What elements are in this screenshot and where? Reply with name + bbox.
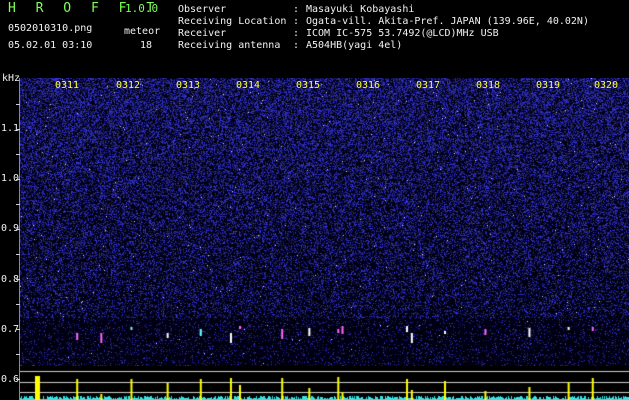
signal-level-panel <box>20 368 629 400</box>
y-tick-mark <box>16 379 20 380</box>
observer-value: Masayuki Kobayashi <box>306 4 415 15</box>
location-colon: : <box>293 16 300 27</box>
y-tick-mark <box>16 279 20 280</box>
location-label: Receiving Location <box>178 16 287 27</box>
spectrogram <box>20 78 629 366</box>
receiver-label: Receiver <box>178 28 227 39</box>
y-tick-label: 0.8 <box>1 274 20 285</box>
time-label: 0313 <box>176 80 201 91</box>
antenna-label: Receiving antenna <box>178 40 281 51</box>
time-label: 0318 <box>476 80 501 91</box>
app-version: 1.0.0 <box>125 2 159 15</box>
y-tick-mark <box>16 354 20 355</box>
antenna-value: A504HB(yagi 4el) <box>306 40 403 51</box>
y-tick-mark <box>16 104 20 105</box>
meteor-label: meteor <box>124 26 161 37</box>
time-label: 0320 <box>594 80 619 91</box>
observer-colon: : <box>293 4 300 15</box>
y-tick-mark <box>16 304 20 305</box>
y-tick-mark <box>16 204 20 205</box>
time-label: 0311 <box>55 80 80 91</box>
date-time: 05.02.01 03:10 <box>8 40 93 51</box>
meteor-count: 18 <box>140 40 153 51</box>
time-label: 0316 <box>356 80 381 91</box>
time-label: 0315 <box>296 80 321 91</box>
receiver-colon: : <box>293 28 300 39</box>
y-tick-label: 0.7 <box>1 324 20 335</box>
y-axis-line <box>19 78 20 400</box>
y-tick-mark <box>16 254 20 255</box>
time-label: 0312 <box>116 80 141 91</box>
y-axis-unit: kHz <box>2 73 21 84</box>
y-tick-label: 0.6 <box>1 374 20 385</box>
time-label: 0314 <box>236 80 261 91</box>
y-tick-mark <box>16 154 20 155</box>
y-tick-mark <box>16 229 20 230</box>
receiver-value: ICOM IC-575 53.7492(@LCD)MHz USB <box>306 28 499 39</box>
location-value: Ogata-vill. Akita-Pref. JAPAN (139.96E, … <box>306 16 589 27</box>
time-label: 0317 <box>416 80 441 91</box>
observer-label: Observer <box>178 4 227 15</box>
y-tick-mark <box>16 179 20 180</box>
hrofft-screen: H R O F F T 1.0.0 0502010310.png meteor … <box>0 0 629 400</box>
file-name: 0502010310.png <box>8 23 93 34</box>
antenna-colon: : <box>293 40 300 51</box>
y-tick-mark <box>16 129 20 130</box>
y-tick-mark <box>16 329 20 330</box>
time-label: 0319 <box>536 80 561 91</box>
